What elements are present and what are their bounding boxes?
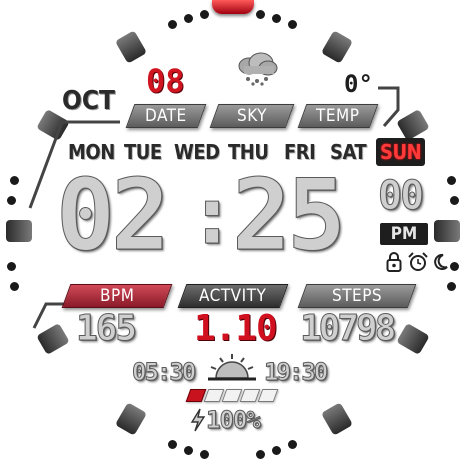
temperature-value: 0° [344, 70, 373, 98]
battery-percent: 100% [206, 406, 262, 435]
weekday-wed: WED [174, 140, 220, 164]
sunrise-time: 05:30 [131, 358, 196, 387]
activity-label-plate: ACTVITY [177, 284, 289, 308]
bpm-label: BPM [99, 286, 135, 306]
moon-icon [432, 253, 448, 276]
activity-value: 1.10 [194, 308, 278, 349]
sunset-time: 19:30 [263, 358, 328, 387]
lock-icon [386, 252, 402, 277]
day-number: 08 [146, 62, 185, 100]
weekday-sun-active: SUN [376, 138, 426, 166]
sunrise-icon [206, 352, 258, 382]
temp-label: TEMP [316, 106, 360, 126]
date-label-plate: DATE [125, 104, 207, 128]
rain-cloud-icon [234, 52, 280, 86]
time-hours: 02 [55, 159, 170, 273]
steps-label-plate: STEPS [297, 284, 417, 308]
steps-label: STEPS [331, 286, 383, 306]
time-separator: : [187, 169, 237, 263]
ampm-badge: PM [380, 223, 428, 245]
activity-label: ACTVITY [199, 286, 267, 306]
alarm-icon [407, 252, 429, 277]
sky-label: SKY [237, 106, 267, 126]
month-label: OCT [62, 86, 116, 116]
temp-label-plate: TEMP [297, 104, 379, 128]
bpm-value: 165 [75, 308, 137, 350]
sky-label-plate: SKY [209, 104, 295, 128]
steps-value: 10798 [299, 308, 396, 350]
time-minutes: 25 [231, 159, 346, 273]
date-label: DATE [145, 106, 187, 126]
bpm-label-plate: BPM [61, 284, 173, 308]
time-seconds: 00 [377, 173, 424, 219]
watch-face: OCT 08 0° DATE SKY TEMP MON TUE WED THU … [0, 0, 466, 466]
lightning-icon [190, 408, 206, 436]
